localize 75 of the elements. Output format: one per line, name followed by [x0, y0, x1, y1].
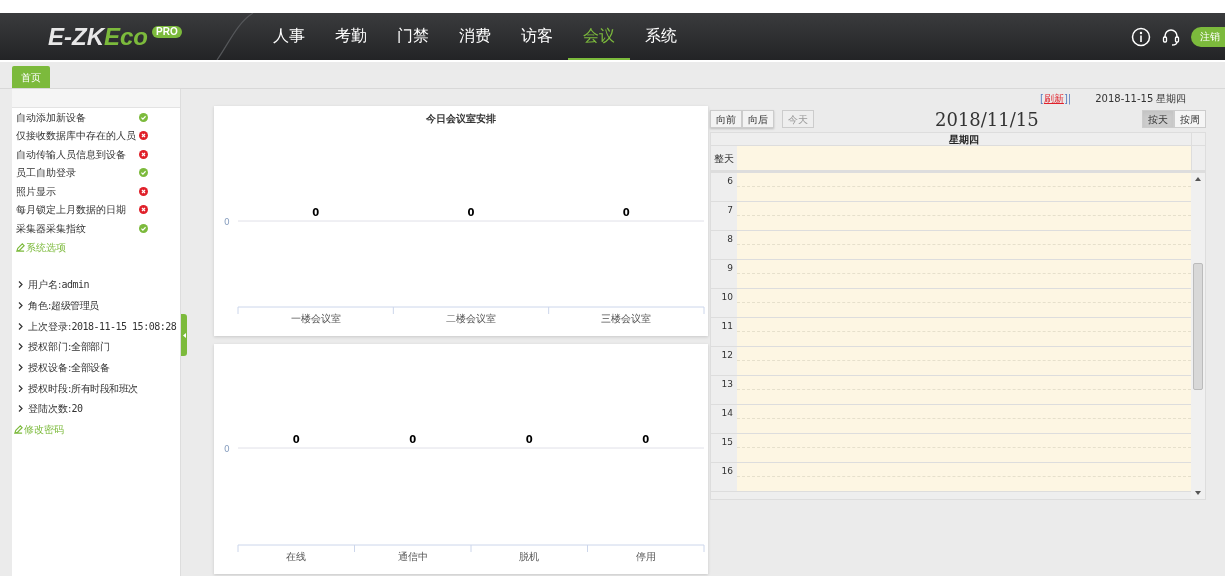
bracket-text: ]|	[1063, 91, 1072, 106]
axis-tick-label: 0	[224, 217, 230, 227]
user-info-text: 授权部门:全部部门	[28, 340, 110, 355]
chevron-icon	[18, 384, 23, 392]
nav-tab[interactable]: 考勤	[320, 13, 382, 60]
headset-icon[interactable]	[1161, 26, 1181, 47]
setting-label: 自动添加新设备	[16, 110, 87, 125]
chart-title: 今日会议室安排	[426, 113, 496, 124]
axis-tick-label: 0	[224, 444, 230, 454]
user-info-text: 授权时段:所有时段和班次	[28, 381, 138, 396]
day-header: 星期四	[948, 133, 980, 145]
hour-label: 7	[726, 204, 734, 217]
view-toggle[interactable]: 按周	[1174, 110, 1206, 128]
hour-label: 6	[726, 175, 734, 188]
hour-label: 13	[720, 378, 734, 391]
category-label: 三楼会议室	[601, 313, 652, 324]
chevron-icon	[18, 322, 23, 330]
calendar-title: 2018/11/15	[935, 107, 1039, 132]
category-label: 通信中	[397, 551, 428, 562]
calendar-nav-button[interactable]: 向前	[710, 110, 742, 128]
data-label: 0	[292, 434, 300, 445]
data-label: 0	[409, 434, 417, 445]
category-label: 脱机	[519, 551, 540, 562]
chevron-icon	[18, 281, 23, 289]
hour-label: 8	[726, 233, 734, 246]
hour-label: 14	[720, 407, 734, 420]
hour-label: 10	[720, 291, 734, 304]
nav-tab[interactable]: 系统	[630, 13, 692, 60]
date-info: 2018-11-15 星期四	[1095, 91, 1187, 106]
all-day-label: 整天	[713, 151, 735, 166]
chevron-icon	[18, 343, 23, 351]
chevron-icon	[18, 364, 23, 372]
category-label: 停用	[635, 551, 656, 562]
app-logo: E-ZKEco PRO	[48, 24, 208, 49]
hour-label: 16	[720, 465, 734, 478]
setting-label: 自动传输人员信息到设备	[16, 147, 127, 162]
data-label: 0	[642, 434, 650, 445]
calendar-nav-button[interactable]: 向后	[742, 110, 774, 128]
data-label: 0	[622, 207, 630, 218]
category-label: 一楼会议室	[290, 313, 341, 324]
setting-label: 采集器采集指纹	[16, 221, 87, 236]
chevron-icon	[18, 405, 23, 413]
chevron-icon	[18, 302, 23, 310]
setting-label: 照片显示	[16, 184, 57, 199]
category-label: 在线	[286, 551, 307, 562]
category-label: 二楼会议室	[446, 313, 496, 324]
header-divider-drawing	[215, 13, 255, 60]
setting-label: 仅接收数据库中存在的人员	[16, 129, 137, 144]
hour-label: 15	[720, 436, 734, 449]
view-toggle[interactable]: 按天	[1142, 110, 1174, 128]
hour-label: 12	[720, 349, 734, 362]
pencil-icon	[14, 425, 23, 435]
bracket-text: [	[1040, 91, 1044, 106]
nav-tab[interactable]: 人事	[258, 13, 320, 60]
nav-tab[interactable]: 门禁	[382, 13, 444, 60]
data-label: 0	[467, 207, 475, 218]
scroll-down-icon[interactable]	[1195, 491, 1201, 495]
user-info-text: 上次登录:2018-11-15 15:08:28	[28, 319, 177, 334]
user-info-text: 角色:超级管理员	[28, 299, 99, 314]
nav-tab[interactable]: 访客	[506, 13, 568, 60]
pencil-icon	[16, 242, 25, 252]
scrollbar-thumb[interactable]	[1193, 263, 1203, 390]
hour-label: 11	[720, 320, 734, 333]
user-info-text: 用户名:admin	[28, 278, 89, 293]
info-icon[interactable]	[1131, 26, 1151, 47]
nav-tab[interactable]: 消费	[444, 13, 506, 60]
user-info-text: 授权设备:全部设备	[28, 361, 110, 376]
data-label: 0	[312, 207, 320, 218]
collapse-handle[interactable]	[181, 314, 187, 356]
scroll-up-icon[interactable]	[1195, 177, 1201, 181]
hour-label: 9	[726, 262, 734, 275]
user-info-text: 登陆次数:20	[28, 402, 83, 417]
data-label: 0	[525, 434, 533, 445]
setting-label: 员工自助登录	[16, 166, 77, 181]
setting-label: 每月锁定上月数据的日期	[16, 203, 127, 218]
